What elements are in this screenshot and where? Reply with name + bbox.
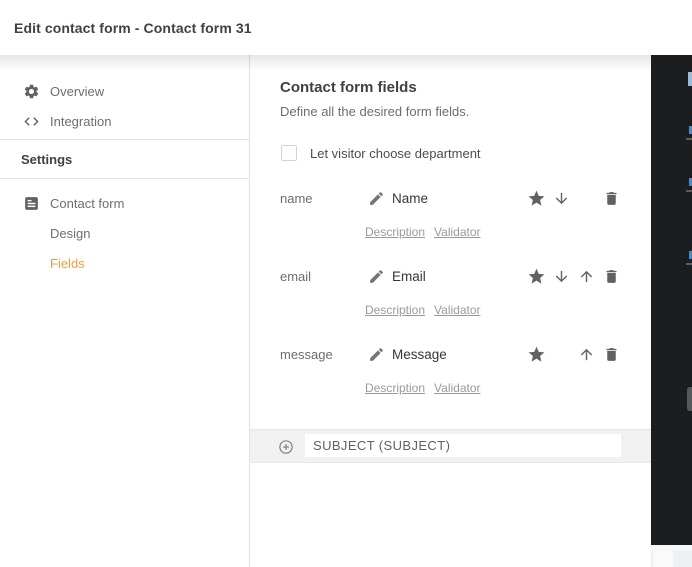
trash-icon[interactable] xyxy=(599,344,624,364)
field-row-email: email Email xyxy=(280,266,624,286)
dialog-title: Edit contact form - Contact form 31 xyxy=(14,19,252,36)
field-links-row: Description Validator xyxy=(365,303,624,319)
move-down-icon[interactable] xyxy=(549,266,574,286)
field-key: message xyxy=(280,346,333,362)
backdrop-code-panel xyxy=(651,55,692,545)
backdrop-tile xyxy=(653,551,673,567)
trash-icon[interactable] xyxy=(599,188,624,208)
page-title: Contact form fields xyxy=(280,79,417,96)
edit-field-title-button[interactable]: Email xyxy=(368,268,426,285)
sidebar-item-label: Fields xyxy=(50,255,85,271)
sidebar-section-settings: Settings xyxy=(21,151,73,167)
field-title: Name xyxy=(392,190,429,206)
field-key: name xyxy=(280,190,313,206)
clipped-code-fragment xyxy=(688,72,692,86)
star-icon[interactable] xyxy=(524,266,549,286)
field-actions xyxy=(524,188,624,208)
description-link[interactable]: Description xyxy=(365,381,425,397)
backdrop-bottom-area xyxy=(651,545,692,567)
sidebar-item-design[interactable]: Design xyxy=(0,218,249,248)
validator-link[interactable]: Validator xyxy=(434,225,480,241)
description-link[interactable]: Description xyxy=(365,303,425,319)
sidebar-item-overview[interactable]: Overview xyxy=(0,76,249,106)
move-up-icon[interactable] xyxy=(574,344,599,364)
field-title: Message xyxy=(392,346,447,362)
trash-icon[interactable] xyxy=(599,266,624,286)
clipped-code-fragment xyxy=(686,263,692,265)
field-key: email xyxy=(280,268,312,284)
pencil-icon xyxy=(368,190,385,207)
subject-field-label: SUBJECT (SUBJECT) xyxy=(313,438,451,453)
plus-circle-icon[interactable] xyxy=(278,439,294,455)
move-down-icon[interactable] xyxy=(549,188,574,208)
settings-sidebar: Overview Integration Settings Contact fo… xyxy=(0,55,250,567)
validator-link[interactable]: Validator xyxy=(434,303,480,319)
department-checkbox-label: Let visitor choose department xyxy=(310,145,481,161)
validator-link[interactable]: Validator xyxy=(434,381,480,397)
add-subject-field-bar[interactable]: SUBJECT (SUBJECT) xyxy=(250,429,651,463)
department-checkbox[interactable] xyxy=(281,145,297,161)
clipped-code-fragment xyxy=(686,138,692,140)
sidebar-item-label: Contact form xyxy=(50,195,125,211)
contact-form-fields-panel: Contact form fields Define all the desir… xyxy=(250,55,651,567)
sidebar-item-label: Overview xyxy=(50,83,105,99)
star-icon[interactable] xyxy=(524,188,549,208)
edit-field-title-button[interactable]: Name xyxy=(368,190,428,207)
field-links-row: Description Validator xyxy=(365,381,624,397)
description-link[interactable]: Description xyxy=(365,225,425,241)
department-checkbox-row: Let visitor choose department xyxy=(280,145,624,161)
clipped-code-fragment xyxy=(686,190,692,192)
field-actions xyxy=(524,266,624,286)
sidebar-item-fields[interactable]: Fields xyxy=(0,248,249,278)
pencil-icon xyxy=(368,268,385,285)
gear-icon xyxy=(22,82,40,100)
field-links-row: Description Validator xyxy=(365,225,624,241)
page-subtitle: Define all the desired form fields. xyxy=(280,104,470,119)
edit-contact-form-dialog: Edit contact form - Contact form 31 Over… xyxy=(0,0,692,567)
field-title: Email xyxy=(392,268,426,284)
sidebar-item-label: Integration xyxy=(50,113,112,129)
subject-field-pill: SUBJECT (SUBJECT) xyxy=(305,434,621,457)
edit-field-title-button[interactable]: Message xyxy=(368,346,447,363)
form-icon xyxy=(22,194,40,212)
code-icon xyxy=(22,112,40,130)
pencil-icon xyxy=(368,346,385,363)
field-row-name: name Name xyxy=(280,188,624,208)
sidebar-item-label: Design xyxy=(50,225,91,241)
field-actions xyxy=(524,344,624,364)
field-row-message: message Message xyxy=(280,344,624,364)
move-up-icon[interactable] xyxy=(574,266,599,286)
star-icon[interactable] xyxy=(524,344,549,364)
clipped-button-fragment xyxy=(687,387,692,411)
sidebar-item-contact-form[interactable]: Contact form xyxy=(0,188,249,218)
dialog-header: Edit contact form - Contact form 31 xyxy=(0,0,692,55)
sidebar-item-integration[interactable]: Integration xyxy=(0,106,249,136)
